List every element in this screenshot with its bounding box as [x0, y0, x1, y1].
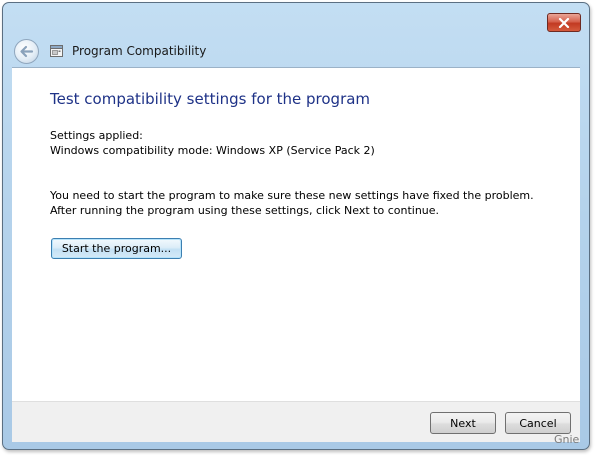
close-button[interactable] — [547, 13, 581, 32]
settings-applied-label: Settings applied: — [50, 129, 143, 142]
content-panel: Test compatibility settings for the prog… — [12, 67, 580, 402]
page-heading: Test compatibility settings for the prog… — [50, 90, 371, 108]
back-button[interactable] — [14, 38, 39, 64]
start-program-button[interactable]: Start the program... — [51, 238, 182, 259]
dialog-footer: Next Cancel — [12, 401, 580, 442]
next-button[interactable]: Next — [430, 412, 496, 434]
dialog-window: Program Compatibility Test compatibility… — [2, 2, 590, 450]
close-x-icon — [558, 17, 570, 28]
window-title: Program Compatibility — [72, 44, 207, 58]
watermark-text: Gnie — [554, 433, 580, 446]
back-arrow-icon — [20, 45, 34, 57]
program-compatibility-icon — [49, 43, 65, 59]
compatibility-mode-text: Windows compatibility mode: Windows XP (… — [50, 144, 375, 157]
header-bar: Program Compatibility — [9, 37, 583, 65]
cancel-button[interactable]: Cancel — [505, 412, 571, 434]
instructions-text: You need to start the program to make su… — [50, 189, 534, 217]
